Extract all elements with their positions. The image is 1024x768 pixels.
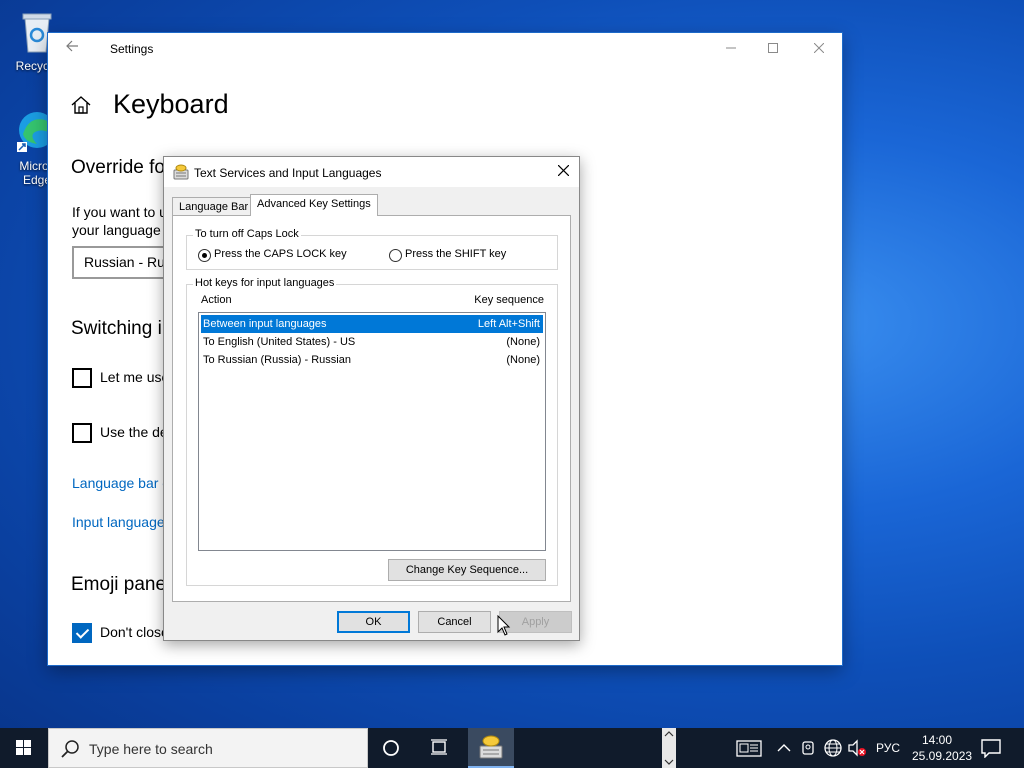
search-icon (61, 739, 81, 764)
list-item-key: (None) (506, 354, 540, 366)
let-me-use-checkbox[interactable] (72, 368, 92, 388)
taskbar-scroll-handle[interactable] (662, 728, 676, 768)
list-item-action: Between input languages (203, 318, 327, 330)
use-desktop-label: Use the de (100, 424, 168, 440)
switching-heading: Switching i (71, 318, 162, 339)
list-item-key: (None) (506, 336, 540, 348)
list-item[interactable]: To Russian (Russia) - Russian (None) (201, 351, 543, 369)
start-button[interactable] (0, 728, 48, 768)
maximize-icon[interactable] (750, 33, 796, 65)
column-header-key-sequence: Key sequence (474, 294, 544, 306)
clock-date: 25.09.2023 (912, 749, 973, 763)
list-item-key: Left Alt+Shift (477, 318, 540, 330)
advanced-key-settings-panel: To turn off Caps Lock Press the CAPS LOC… (172, 215, 571, 602)
list-item-action: To English (United States) - US (203, 336, 356, 348)
cortana-icon[interactable] (368, 728, 414, 768)
tab-advanced-key-settings[interactable]: Advanced Key Settings (250, 194, 378, 216)
emoji-panel-heading: Emoji pane (71, 574, 167, 595)
dont-close-label: Don't close (100, 624, 169, 640)
ok-button[interactable]: OK (337, 611, 410, 633)
column-header-action: Action (201, 294, 232, 306)
dont-close-checkbox[interactable] (72, 623, 92, 643)
meet-now-icon[interactable] (800, 738, 818, 763)
dialog-titlebar: Text Services and Input Languages (164, 157, 579, 187)
taskbar-app-text-services[interactable] (468, 728, 514, 768)
mouse-cursor-icon (497, 614, 511, 642)
settings-title: Settings (110, 42, 154, 56)
notification-center-icon[interactable] (980, 738, 1002, 763)
home-icon[interactable] (70, 95, 92, 120)
taskbar: Type here to search РУС 14:00 25.09.2023 (0, 728, 1024, 768)
dialog-close-icon[interactable] (546, 157, 580, 187)
override-description: If you want to u your language (72, 204, 167, 238)
hotkeys-group: Hot keys for input languages Action Key … (186, 277, 558, 586)
minimize-icon[interactable] (708, 33, 754, 65)
clock[interactable]: 14:00 25.09.2023 (912, 732, 973, 764)
taskbar-search-box[interactable]: Type here to search (48, 728, 368, 768)
volume-muted-icon[interactable] (847, 738, 867, 763)
override-heading: Override fo (71, 157, 165, 178)
list-item-action: To Russian (Russia) - Russian (203, 354, 351, 366)
tab-language-bar[interactable]: Language Bar (172, 197, 256, 216)
language-bar-options-link[interactable]: Language bar o (72, 475, 170, 491)
hotkeys-list[interactable]: Between input languages Left Alt+Shift T… (198, 312, 546, 551)
caps-lock-group-label: To turn off Caps Lock (193, 228, 301, 240)
dialog-title: Text Services and Input Languages (194, 166, 382, 180)
news-widget-icon[interactable] (736, 738, 762, 763)
keyboard-icon (173, 164, 189, 183)
caps-lock-radio-label: Press the CAPS LOCK key (214, 248, 347, 260)
input-language-hotkeys-link[interactable]: Input language (72, 514, 165, 530)
use-desktop-checkbox[interactable] (72, 423, 92, 443)
task-view-icon[interactable] (416, 728, 462, 768)
caps-lock-group: To turn off Caps Lock Press the CAPS LOC… (186, 228, 558, 270)
change-key-sequence-button[interactable]: Change Key Sequence... (388, 559, 546, 581)
back-arrow-icon[interactable] (62, 39, 82, 59)
list-item[interactable]: Between input languages Left Alt+Shift (201, 315, 543, 333)
text-services-dialog: Text Services and Input Languages Langua… (163, 156, 580, 641)
shift-radio-label: Press the SHIFT key (405, 248, 507, 260)
search-placeholder: Type here to search (89, 741, 213, 757)
close-icon[interactable] (796, 33, 842, 65)
shift-radio[interactable] (389, 249, 402, 262)
network-globe-icon[interactable] (823, 738, 843, 763)
hotkeys-group-label: Hot keys for input languages (193, 277, 337, 289)
chevron-up-icon[interactable] (776, 738, 792, 763)
list-item[interactable]: To English (United States) - US (None) (201, 333, 543, 351)
input-language-indicator[interactable]: РУС (876, 741, 900, 755)
let-me-use-label: Let me use (100, 369, 170, 385)
caps-lock-radio[interactable] (198, 249, 211, 262)
page-title: Keyboard (113, 89, 229, 119)
dropdown-value: Russian - Rus (84, 254, 172, 270)
settings-titlebar: Settings (48, 33, 842, 65)
cancel-button[interactable]: Cancel (418, 611, 491, 633)
clock-time: 14:00 (921, 733, 953, 747)
